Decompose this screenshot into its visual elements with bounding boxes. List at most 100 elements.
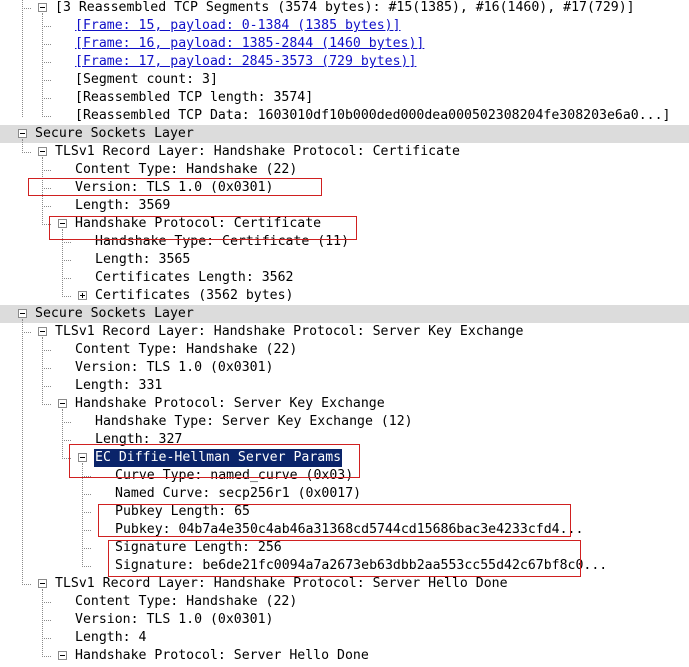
tree-item-label: Handshake Protocol: Certificate [75,216,322,231]
tree-line [62,229,63,297]
tree-row[interactable]: Length: 4 [0,629,689,647]
tree-row[interactable]: Content Type: Handshake (22) [0,341,689,359]
tree-line [42,602,51,603]
tree-row[interactable]: Content Type: Handshake (22) [0,593,689,611]
frame-link-row[interactable]: [Frame: 16, payload: 1385-2844 (1460 byt… [0,35,689,53]
tree-item-label: TLSv1 Record Layer: Handshake Protocol: … [55,576,508,591]
tree-item-label: Named Curve: secp256r1 (0x0017) [115,486,362,501]
tree-row[interactable]: Handshake Type: Server Key Exchange (12) [0,413,689,431]
tree-item-label: Length: 327 [95,432,183,447]
tree-line [22,319,23,585]
collapse-icon[interactable] [38,3,47,12]
tree-row[interactable]: Signature Length: 256 [0,539,689,557]
tree-line [42,386,51,387]
tree-line [62,260,71,261]
tree-line [22,152,31,153]
collapse-icon[interactable] [38,579,47,588]
collapse-icon[interactable] [38,147,47,156]
tree-row[interactable]: Handshake Protocol: Certificate [0,215,689,233]
tree-row[interactable]: Certificates (3562 bytes) [0,287,689,305]
tree-line [42,26,51,27]
collapse-icon[interactable] [38,327,47,336]
tree-line [42,116,51,117]
tree-line [42,98,51,99]
tree-row[interactable]: Length: 3565 [0,251,689,269]
tree-row[interactable]: [Segment count: 3] [0,71,689,89]
tree-row[interactable]: [Reassembled TCP Data: 1603010df10b000de… [0,107,689,125]
tree-line [42,206,51,207]
collapse-icon[interactable] [18,309,27,318]
collapse-icon[interactable] [78,453,87,462]
frame-link[interactable]: [Frame: 16, payload: 1385-2844 (1460 byt… [74,35,425,53]
tree-row[interactable]: Version: TLS 1.0 (0x0301) [0,611,689,629]
tree-line [82,530,91,531]
tree-line [82,476,91,477]
collapse-icon[interactable] [18,129,27,138]
tree-row[interactable]: Content Type: Handshake (22) [0,161,689,179]
tree-row[interactable]: Length: 327 [0,431,689,449]
tree-line [42,350,51,351]
tree-item-label: Version: TLS 1.0 (0x0301) [75,360,274,375]
tree-row[interactable]: TLSv1 Record Layer: Handshake Protocol: … [0,143,689,161]
frame-link-row[interactable]: [Frame: 15, payload: 0-1384 (1385 bytes)… [0,17,689,35]
tree-row[interactable]: TLSv1 Record Layer: Handshake Protocol: … [0,575,689,593]
tree-row[interactable]: Signature: be6de21fc0094a7a2673eb63dbb2a… [0,557,689,575]
tree-line [42,44,51,45]
tree-line [42,368,51,369]
tree-line [62,242,71,243]
tree-item-label: Handshake Type: Server Key Exchange (12) [95,414,413,429]
tree-row[interactable]: EC Diffie-Hellman Server Params [0,449,689,467]
packet-details-tree: [3 Reassembled TCP Segments (3574 bytes)… [0,0,689,667]
tree-item-label: Certificates Length: 3562 [95,270,294,285]
tree-line [42,589,43,657]
tree-item-label: Pubkey Length: 65 [115,504,250,519]
collapse-icon[interactable] [58,399,67,408]
tree-row[interactable]: Version: TLS 1.0 (0x0301) [0,179,689,197]
tree-item-label: Version: TLS 1.0 (0x0301) [75,180,274,195]
tree-row[interactable]: Named Curve: secp256r1 (0x0017) [0,485,689,503]
tree-item-label: Content Type: Handshake (22) [75,162,298,177]
tree-line [42,62,51,63]
tree-line [22,332,31,333]
tree-row[interactable]: Pubkey Length: 65 [0,503,689,521]
tree-row[interactable]: Curve Type: named_curve (0x03) [0,467,689,485]
tree-row[interactable]: Handshake Protocol: Server Key Exchange [0,395,689,413]
tree-row[interactable]: TLSv1 Record Layer: Handshake Protocol: … [0,323,689,341]
frame-link[interactable]: [Frame: 15, payload: 0-1384 (1385 bytes)… [74,17,402,35]
tree-line [62,458,71,459]
tree-row[interactable]: Handshake Protocol: Server Hello Done [0,647,689,665]
tree-item-label: Content Type: Handshake (22) [75,342,298,357]
tree-item-label: Handshake Type: Certificate (11) [95,234,350,249]
expand-icon[interactable] [78,291,87,300]
tree-line [42,13,43,117]
tree-item-label: Version: TLS 1.0 (0x0301) [75,612,274,627]
tree-item-label: [3 Reassembled TCP Segments (3574 bytes)… [55,0,635,15]
tree-row[interactable]: Certificates Length: 3562 [0,269,689,287]
tree-line [62,422,71,423]
tree-row[interactable]: Length: 3569 [0,197,689,215]
tree-line [42,188,51,189]
protocol-section-row[interactable]: Secure Sockets Layer [0,305,689,323]
collapse-icon[interactable] [58,219,67,228]
tree-item-label: Content Type: Handshake (22) [75,594,298,609]
tree-row[interactable]: Handshake Type: Certificate (11) [0,233,689,251]
tree-item-label: EC Diffie-Hellman Server Params [94,449,343,467]
tree-line [82,548,91,549]
frame-link[interactable]: [Frame: 17, payload: 2845-3573 (729 byte… [74,53,417,71]
tree-row[interactable]: Length: 331 [0,377,689,395]
tree-line [42,620,51,621]
tree-line [62,440,71,441]
tree-row[interactable]: Version: TLS 1.0 (0x0301) [0,359,689,377]
tree-line [42,404,51,405]
tree-line [22,584,31,585]
tree-line [42,337,43,405]
tree-row[interactable]: Pubkey: 04b7a4e350c4ab46a31368cd5744cd15… [0,521,689,539]
tree-item-label: TLSv1 Record Layer: Handshake Protocol: … [55,144,460,159]
collapse-icon[interactable] [58,651,67,660]
tree-row[interactable]: [Reassembled TCP length: 3574] [0,89,689,107]
tree-item-label: Certificates (3562 bytes) [95,288,294,303]
frame-link-row[interactable]: [Frame: 17, payload: 2845-3573 (729 byte… [0,53,689,71]
protocol-section-row[interactable]: Secure Sockets Layer [0,125,689,143]
tree-line [22,8,31,9]
tree-row[interactable]: [3 Reassembled TCP Segments (3574 bytes)… [0,0,689,17]
